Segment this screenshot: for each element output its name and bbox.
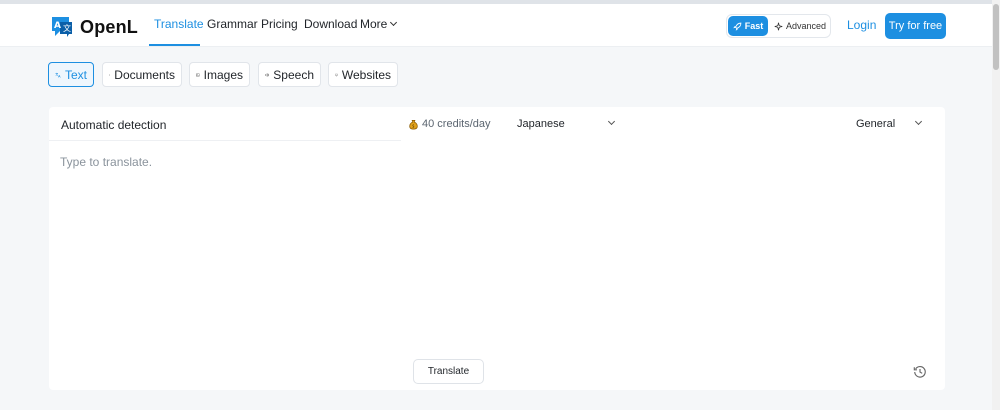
nav-pricing[interactable]: Pricing (261, 4, 298, 46)
target-language-select[interactable]: Japanese (517, 118, 565, 130)
tab-websites-label: Websites (341, 67, 391, 82)
source-language-select[interactable]: Automatic detection (61, 118, 166, 132)
source-text-input[interactable] (60, 155, 400, 335)
tab-text[interactable]: Text (48, 62, 94, 87)
mode-switch: Fast Advanced (726, 14, 831, 38)
translator-panel: Automatic detection $ 40 credits/day Jap… (49, 107, 945, 390)
nav-more-label: More (360, 17, 388, 31)
rocket-icon (732, 22, 742, 31)
brand-name: OpenL (80, 16, 138, 37)
nav-active-indicator (149, 44, 200, 46)
top-navbar: A 文 OpenL Translate Grammar Pricing Down… (0, 4, 992, 47)
nav-translate[interactable]: Translate (154, 4, 204, 46)
mode-fast-button[interactable]: Fast (728, 16, 768, 36)
scrollbar-thumb[interactable] (993, 4, 999, 70)
svg-text:A: A (54, 21, 61, 31)
mode-fast-label: Fast (744, 21, 764, 31)
nav-grammar[interactable]: Grammar (207, 4, 258, 46)
svg-text:文: 文 (63, 23, 71, 33)
openl-logo-icon: A 文 (52, 17, 72, 37)
tab-documents-label: Documents (114, 67, 175, 82)
document-icon (109, 73, 111, 76)
translate-icon (55, 72, 61, 78)
tab-speech[interactable]: Speech (258, 62, 321, 87)
speaker-icon (265, 72, 270, 77)
try-for-free-button[interactable]: Try for free (885, 13, 946, 39)
nav-more[interactable]: More (360, 4, 398, 46)
tab-websites[interactable]: Websites (328, 62, 398, 87)
chevron-down-icon (390, 18, 398, 27)
monitor-icon (335, 73, 338, 76)
tab-images-label: Images (203, 67, 243, 82)
mode-advanced-label: Advanced (786, 21, 827, 31)
login-link[interactable]: Login (847, 18, 876, 32)
history-icon[interactable] (913, 365, 927, 379)
chevron-down-icon[interactable] (607, 117, 616, 126)
tab-images[interactable]: Images (189, 62, 250, 87)
credits-text: 40 credits/day (422, 118, 491, 130)
tab-speech-label: Speech (273, 67, 314, 82)
brand-logo[interactable]: A 文 OpenL (50, 15, 138, 39)
tab-text-label: Text (64, 67, 87, 82)
style-select[interactable]: General (856, 118, 895, 130)
translate-button[interactable]: Translate (413, 359, 484, 384)
svg-text:$: $ (412, 123, 415, 128)
money-bag-icon: $ (409, 119, 418, 129)
tab-documents[interactable]: Documents (102, 62, 182, 87)
chevron-down-icon[interactable] (914, 117, 923, 126)
nav-download[interactable]: Download (304, 4, 357, 46)
mode-advanced-button[interactable]: Advanced (774, 16, 830, 36)
sparkle-icon (774, 22, 783, 30)
page-scrollbar[interactable] (992, 0, 1000, 410)
credits-indicator: $ 40 credits/day (408, 118, 490, 130)
image-icon (196, 73, 200, 76)
